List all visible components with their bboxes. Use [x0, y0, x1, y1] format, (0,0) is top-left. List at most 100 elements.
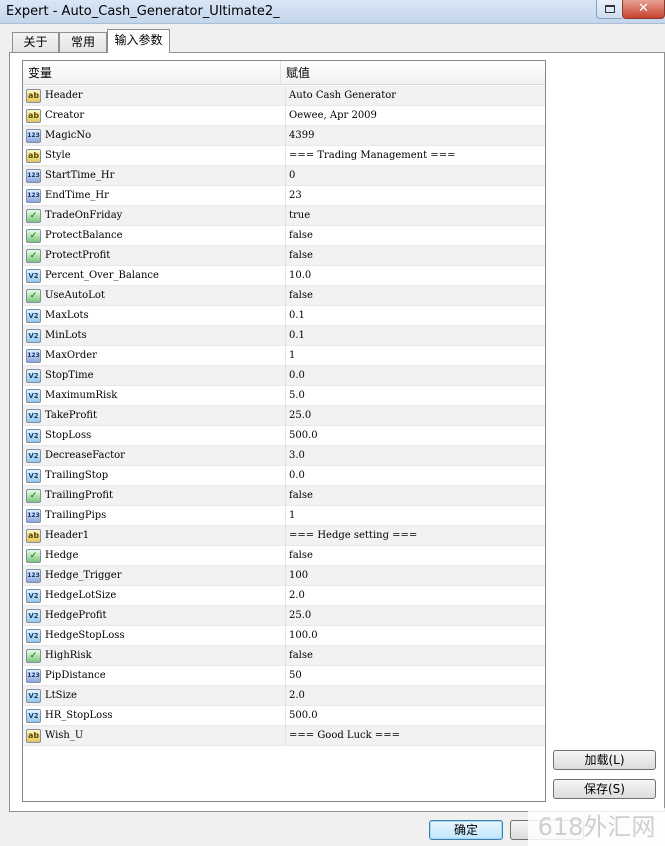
- parameter-name: Header1: [45, 530, 90, 541]
- parameter-name: Hedge: [45, 550, 79, 561]
- table-row[interactable]: 123 StartTime_Hr 0: [23, 166, 545, 186]
- table-row[interactable]: ab Header1 === Hedge setting ===: [23, 526, 545, 546]
- table-row[interactable]: V2 StopLoss 500.0: [23, 426, 545, 446]
- table-row[interactable]: ab Header Auto Cash Generator: [23, 86, 545, 106]
- table-row[interactable]: ✓ Hedge false: [23, 546, 545, 566]
- table-row[interactable]: 123 Hedge_Trigger 100: [23, 566, 545, 586]
- parameter-value[interactable]: false: [285, 246, 543, 266]
- table-row[interactable]: V2 TakeProfit 25.0: [23, 406, 545, 426]
- table-row[interactable]: V2 HedgeProfit 25.0: [23, 606, 545, 626]
- parameter-value[interactable]: 0.0: [285, 366, 543, 386]
- table-row[interactable]: V2 MinLots 0.1: [23, 326, 545, 346]
- parameter-value[interactable]: 25.0: [285, 606, 543, 626]
- parameter-value[interactable]: 0.1: [285, 306, 543, 326]
- table-row[interactable]: ✓ ProtectBalance false: [23, 226, 545, 246]
- table-row[interactable]: V2 HR_StopLoss 500.0: [23, 706, 545, 726]
- double-type-icon: V2: [26, 589, 41, 603]
- parameter-name: ProtectBalance: [45, 230, 123, 241]
- parameter-value[interactable]: 1: [285, 506, 543, 526]
- maximize-button[interactable]: [596, 0, 622, 19]
- parameter-name: MagicNo: [45, 130, 92, 141]
- parameter-value[interactable]: 0: [285, 166, 543, 186]
- table-row[interactable]: V2 DecreaseFactor 3.0: [23, 446, 545, 466]
- table-row[interactable]: 123 EndTime_Hr 23: [23, 186, 545, 206]
- table-row[interactable]: ✓ TrailingProfit false: [23, 486, 545, 506]
- parameter-value[interactable]: 10.0: [285, 266, 543, 286]
- tab-inputs[interactable]: 输入参数: [107, 29, 170, 53]
- title-bar[interactable]: Expert - Auto_Cash_Generator_Ultimate2_ …: [0, 0, 665, 24]
- table-row[interactable]: V2 Percent_Over_Balance 10.0: [23, 266, 545, 286]
- parameter-value[interactable]: === Hedge setting ===: [285, 526, 543, 546]
- parameter-value[interactable]: === Good Luck ===: [285, 726, 543, 746]
- parameter-value[interactable]: 100.0: [285, 626, 543, 646]
- double-type-icon: V2: [26, 409, 41, 423]
- parameter-value[interactable]: 5.0: [285, 386, 543, 406]
- column-header-variable[interactable]: 变量: [23, 61, 281, 85]
- parameter-value[interactable]: 50: [285, 666, 543, 686]
- table-row[interactable]: ab Creator Oewee, Apr 2009: [23, 106, 545, 126]
- parameter-value[interactable]: 500.0: [285, 706, 543, 726]
- parameter-value[interactable]: === Trading Management ===: [285, 146, 543, 166]
- table-row[interactable]: 123 MagicNo 4399: [23, 126, 545, 146]
- parameter-value[interactable]: 2.0: [285, 586, 543, 606]
- integer-type-icon: 123: [26, 569, 41, 583]
- boolean-type-icon: ✓: [26, 649, 41, 663]
- parameter-value[interactable]: false: [285, 646, 543, 666]
- parameter-name: DecreaseFactor: [45, 450, 125, 461]
- parameter-value[interactable]: false: [285, 546, 543, 566]
- table-row[interactable]: ab Style === Trading Management ===: [23, 146, 545, 166]
- double-type-icon: V2: [26, 609, 41, 623]
- table-row[interactable]: V2 MaximumRisk 5.0: [23, 386, 545, 406]
- load-button[interactable]: 加载(L): [553, 750, 656, 770]
- parameter-value[interactable]: 100: [285, 566, 543, 586]
- tab-about[interactable]: 关于: [12, 32, 59, 52]
- table-row[interactable]: V2 HedgeStopLoss 100.0: [23, 626, 545, 646]
- parameter-value[interactable]: 25.0: [285, 406, 543, 426]
- parameter-value[interactable]: 1: [285, 346, 543, 366]
- table-row[interactable]: ✓ HighRisk false: [23, 646, 545, 666]
- parameter-value[interactable]: false: [285, 286, 543, 306]
- parameter-name: TrailingPips: [45, 510, 107, 521]
- parameter-value[interactable]: 0.0: [285, 466, 543, 486]
- table-row[interactable]: ✓ UseAutoLot false: [23, 286, 545, 306]
- parameter-value[interactable]: false: [285, 226, 543, 246]
- table-row[interactable]: V2 HedgeLotSize 2.0: [23, 586, 545, 606]
- table-row[interactable]: ✓ ProtectProfit false: [23, 246, 545, 266]
- table-row[interactable]: 123 TrailingPips 1: [23, 506, 545, 526]
- save-button[interactable]: 保存(S): [553, 779, 656, 799]
- parameter-value[interactable]: 3.0: [285, 446, 543, 466]
- table-row[interactable]: V2 MaxLots 0.1: [23, 306, 545, 326]
- table-header: 变量 赋值: [23, 61, 545, 85]
- parameter-name: MaxOrder: [45, 350, 97, 361]
- parameter-value[interactable]: 2.0: [285, 686, 543, 706]
- table-row[interactable]: 123 MaxOrder 1: [23, 346, 545, 366]
- table-row[interactable]: 123 PipDistance 50: [23, 666, 545, 686]
- parameter-value[interactable]: false: [285, 486, 543, 506]
- parameter-value[interactable]: 4399: [285, 126, 543, 146]
- parameter-value[interactable]: 0.1: [285, 326, 543, 346]
- parameter-name: Hedge_Trigger: [45, 570, 122, 581]
- column-header-value[interactable]: 赋值: [281, 61, 545, 85]
- close-button[interactable]: ✕: [622, 0, 665, 19]
- parameter-name: HedgeLotSize: [45, 590, 117, 601]
- table-row[interactable]: ✓ TradeOnFriday true: [23, 206, 545, 226]
- integer-type-icon: 123: [26, 509, 41, 523]
- string-type-icon: ab: [26, 109, 41, 123]
- table-row[interactable]: V2 StopTime 0.0: [23, 366, 545, 386]
- ok-button[interactable]: 确定: [429, 820, 503, 840]
- parameter-value[interactable]: Oewee, Apr 2009: [285, 106, 543, 126]
- parameter-value[interactable]: 23: [285, 186, 543, 206]
- table-row[interactable]: V2 LtSize 2.0: [23, 686, 545, 706]
- parameter-value[interactable]: true: [285, 206, 543, 226]
- parameter-value[interactable]: 500.0: [285, 426, 543, 446]
- double-type-icon: V2: [26, 689, 41, 703]
- parameter-name: MaxLots: [45, 310, 89, 321]
- table-row[interactable]: V2 TrailingStop 0.0: [23, 466, 545, 486]
- table-row[interactable]: ab Wish_U === Good Luck ===: [23, 726, 545, 746]
- parameter-value[interactable]: Auto Cash Generator: [285, 86, 543, 106]
- tab-common[interactable]: 常用: [59, 32, 107, 52]
- parameter-name: UseAutoLot: [45, 290, 105, 301]
- parameter-name: MinLots: [45, 330, 87, 341]
- parameter-name: LtSize: [45, 690, 77, 701]
- parameter-name: HighRisk: [45, 650, 92, 661]
